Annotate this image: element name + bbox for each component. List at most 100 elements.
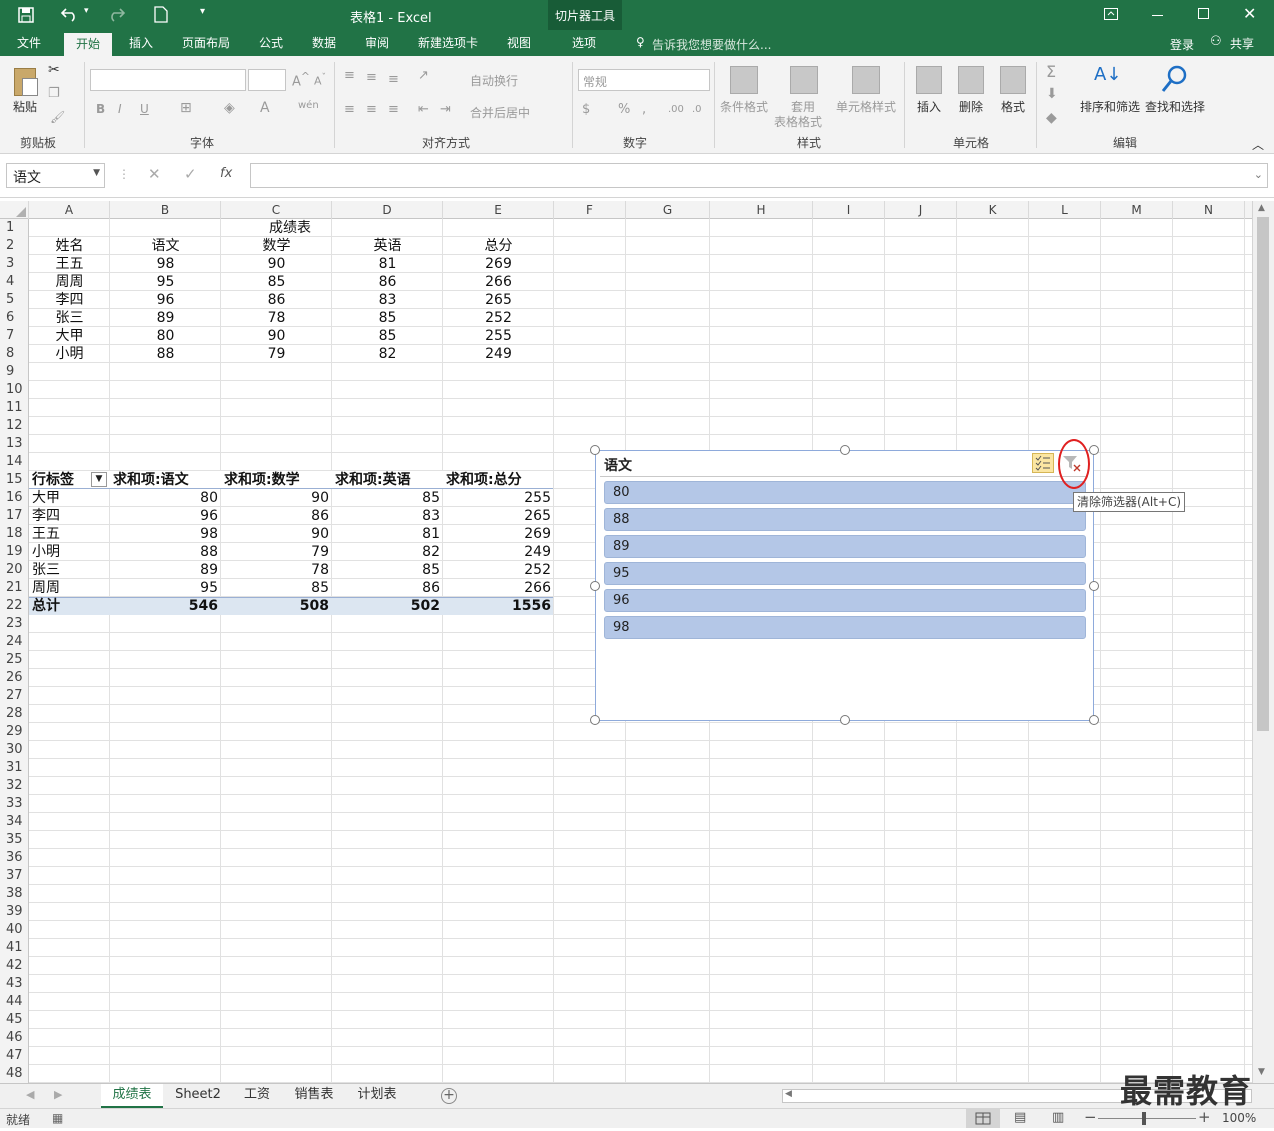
tab-page-layout[interactable]: 页面布局 [172, 30, 240, 56]
sort-filter-icon[interactable]: A↓ [1094, 64, 1121, 85]
sheet-tab-scores[interactable]: 成绩表 [101, 1084, 163, 1108]
row-header[interactable]: 32 [0, 777, 28, 795]
slicer-item[interactable]: 89 [604, 535, 1086, 558]
row-header[interactable]: 29 [0, 723, 28, 741]
comma-icon[interactable]: , [642, 102, 646, 117]
ribbon-display-icon[interactable] [1104, 8, 1118, 20]
percent-icon[interactable]: % [618, 102, 630, 117]
row-header[interactable]: 3 [0, 255, 28, 273]
slicer[interactable]: 语文 80 88 89 95 96 98 [595, 450, 1094, 721]
table-cell[interactable]: 85 [332, 327, 443, 345]
cancel-formula-icon[interactable]: ✕ [148, 165, 161, 183]
table-cell[interactable]: 266 [443, 273, 554, 291]
table-header-cell[interactable]: 语文 [110, 237, 221, 255]
prev-sheet-icon[interactable]: ◀ [26, 1088, 34, 1101]
tab-insert[interactable]: 插入 [118, 30, 164, 56]
font-name-select[interactable] [90, 69, 246, 91]
format-cells-icon[interactable] [1000, 66, 1026, 94]
pivot-value-cell[interactable]: 83 [332, 507, 443, 525]
tab-formulas[interactable]: 公式 [248, 30, 294, 56]
pivot-value-cell[interactable]: 79 [221, 543, 332, 561]
row-header[interactable]: 19 [0, 543, 28, 561]
slicer-item[interactable]: 88 [604, 508, 1086, 531]
pivot-row-label[interactable]: 小明 [32, 543, 108, 561]
pivot-value-cell[interactable]: 80 [110, 489, 221, 507]
table-cell[interactable]: 85 [221, 273, 332, 291]
pivot-value-cell[interactable]: 96 [110, 507, 221, 525]
tab-data[interactable]: 数据 [301, 30, 347, 56]
pivot-value-cell[interactable]: 98 [110, 525, 221, 543]
paste-label[interactable]: 粘贴 [13, 98, 37, 115]
pivot-value-cell[interactable]: 269 [443, 525, 554, 543]
tab-view[interactable]: 视图 [496, 30, 542, 56]
table-cell[interactable]: 82 [332, 345, 443, 363]
table-cell[interactable]: 249 [443, 345, 554, 363]
slicer-item[interactable]: 96 [604, 589, 1086, 612]
table-header-cell[interactable]: 英语 [332, 237, 443, 255]
row-header[interactable]: 9 [0, 363, 28, 381]
pivot-value-cell[interactable]: 81 [332, 525, 443, 543]
resize-handle[interactable] [840, 715, 850, 725]
pivot-total-math[interactable]: 508 [221, 597, 332, 615]
underline-button[interactable]: U [140, 102, 149, 116]
slicer-item[interactable]: 95 [604, 562, 1086, 585]
shrink-font-icon[interactable]: Aˇ [314, 72, 326, 88]
clear-icon[interactable]: ◆ [1046, 110, 1057, 126]
row-header[interactable]: 28 [0, 705, 28, 723]
undo-icon[interactable] [60, 6, 80, 22]
table-cell[interactable]: 李四 [29, 291, 110, 309]
row-header[interactable]: 47 [0, 1047, 28, 1065]
grow-font-icon[interactable]: A^ [292, 70, 310, 89]
macro-record-icon[interactable]: ▦ [52, 1111, 63, 1125]
row-header[interactable]: 39 [0, 903, 28, 921]
pivot-row-label[interactable]: 大甲 [32, 489, 108, 507]
row-header[interactable]: 34 [0, 813, 28, 831]
number-format-select[interactable]: 常规 [578, 69, 710, 91]
zoom-level[interactable]: 100% [1222, 1111, 1256, 1125]
pivot-value-cell[interactable]: 90 [221, 489, 332, 507]
row-header[interactable]: 23 [0, 615, 28, 633]
minimize-icon[interactable] [1152, 15, 1163, 16]
italic-button[interactable]: I [118, 102, 122, 116]
name-box-dropdown-icon[interactable]: ▼ [93, 168, 100, 178]
table-cell[interactable]: 83 [332, 291, 443, 309]
sheet-tab-plan[interactable]: 计划表 [346, 1084, 408, 1108]
row-header[interactable]: 14 [0, 453, 28, 471]
resize-handle[interactable] [590, 581, 600, 591]
save-icon[interactable] [18, 7, 34, 23]
undo-dropdown-icon[interactable]: ▾ [84, 6, 89, 16]
conditional-format-icon[interactable] [730, 66, 758, 94]
align-middle-icon[interactable]: ≡ [366, 70, 377, 85]
table-cell[interactable]: 小明 [29, 345, 110, 363]
fill-icon[interactable]: ⬇ [1046, 86, 1058, 102]
next-sheet-icon[interactable]: ▶ [54, 1088, 62, 1101]
col-header-B[interactable]: B [110, 201, 221, 219]
sheet-tab-salary[interactable]: 工资 [234, 1084, 280, 1108]
col-header-F[interactable]: F [554, 201, 626, 219]
col-header-E[interactable]: E [443, 201, 554, 219]
row-header[interactable]: 30 [0, 741, 28, 759]
customize-qat-icon[interactable]: ▾ [200, 6, 205, 17]
sheet-tab-sheet2[interactable]: Sheet2 [166, 1084, 230, 1108]
page-layout-view-icon[interactable]: ▤ [1014, 1110, 1026, 1125]
format-as-table-icon[interactable] [790, 66, 818, 94]
row-header[interactable]: 17 [0, 507, 28, 525]
border-icon[interactable]: ⊞ [180, 100, 192, 116]
share-button[interactable]: 共享 [1230, 35, 1254, 52]
row-header[interactable]: 26 [0, 669, 28, 687]
resize-handle[interactable] [840, 445, 850, 455]
col-header-J[interactable]: J [885, 201, 957, 219]
pivot-value-cell[interactable]: 95 [110, 579, 221, 597]
table-header-cell[interactable]: 数学 [221, 237, 332, 255]
increase-decimal-icon[interactable]: .00 [668, 104, 684, 115]
row-header[interactable]: 40 [0, 921, 28, 939]
decrease-decimal-icon[interactable]: .0 [692, 104, 702, 115]
row-header[interactable]: 12 [0, 417, 28, 435]
format-painter-icon[interactable]: 🖌 [50, 110, 65, 124]
pivot-total-sum[interactable]: 1556 [443, 597, 554, 615]
delete-cells-label[interactable]: 删除 [959, 98, 983, 115]
sheet-title[interactable]: 成绩表 [221, 219, 359, 237]
outdent-icon[interactable]: ⇥ [440, 102, 451, 117]
select-all-corner[interactable] [0, 201, 29, 219]
conditional-format-label[interactable]: 条件格式 [720, 98, 768, 115]
